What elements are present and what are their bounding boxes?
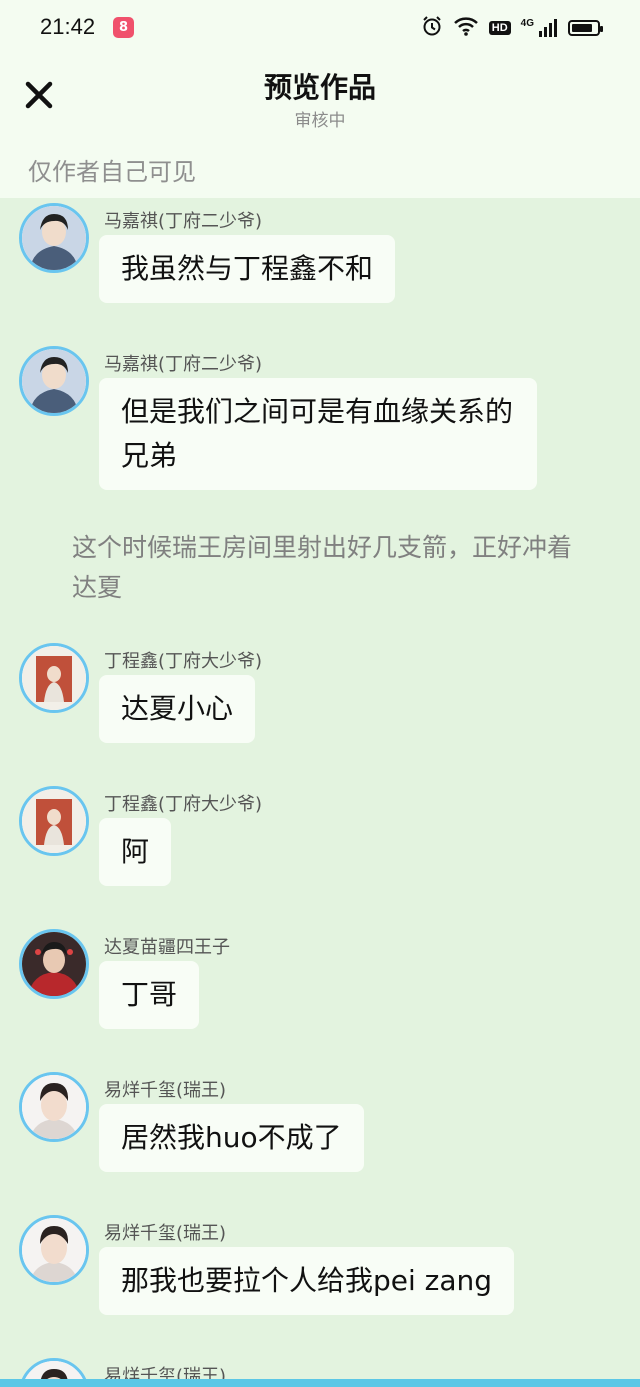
battery-level-fill xyxy=(572,24,592,32)
speaker-name: 马嘉祺(丁府二少爷) xyxy=(104,354,263,375)
avatar-majiaqi[interactable] xyxy=(19,203,89,273)
avatar-yiyangqianxi[interactable] xyxy=(19,1215,89,1285)
network-label: 4G xyxy=(520,18,534,29)
review-status: 审核中 xyxy=(294,111,346,131)
page-title: 预览作品 xyxy=(263,71,376,104)
hd-icon: HD xyxy=(488,21,511,35)
speaker-name: 丁程鑫(丁府大少爷) xyxy=(104,794,263,815)
speaker-name: 达夏苗疆四王子 xyxy=(104,937,230,958)
avatar-yiyangqianxi[interactable] xyxy=(19,1358,89,1379)
avatar-dingchengxin[interactable] xyxy=(19,786,89,856)
narration-text: 这个时候瑞王房间里射出好几支箭，正好冲着达夏 xyxy=(72,533,573,602)
chat-bubble[interactable]: 我虽然与丁程鑫不和 xyxy=(99,235,396,303)
speaker-name: 易烊千玺(瑞王) xyxy=(104,1223,227,1244)
signal-4g-icon: 4G xyxy=(521,18,558,38)
chat-bubble[interactable]: 但是我们之间可是有血缘关系的兄弟 xyxy=(99,378,537,490)
speaker-name: 马嘉祺(丁府二少爷) xyxy=(104,211,263,232)
speaker-name: 丁程鑫(丁府大少爷) xyxy=(104,651,263,672)
battery-icon xyxy=(568,20,603,36)
chat-bubble[interactable]: 居然我huo不成了 xyxy=(99,1104,364,1172)
wifi-icon xyxy=(453,15,479,41)
chat-bubble[interactable]: 阿 xyxy=(99,818,172,886)
alarm-icon xyxy=(421,15,443,41)
visibility-note: 仅作者自己可见 xyxy=(28,158,196,186)
chat-bubble[interactable]: 达夏小心 xyxy=(99,675,256,743)
chat-bubble[interactable]: 那我也要拉个人给我pei zang xyxy=(99,1247,515,1315)
top-header: 21:42 8 HD 4G 预览作品 审核中 仅作者自己可见 xyxy=(0,0,640,198)
avatar-yiyangqianxi[interactable] xyxy=(19,1072,89,1142)
status-time: 21:42 xyxy=(40,14,96,39)
avatar-majiaqi[interactable] xyxy=(19,346,89,416)
chat-feed[interactable]: 马嘉祺(丁府二少爷) 我虽然与丁程鑫不和 马嘉祺(丁府二少爷) 但是我们之间可是… xyxy=(0,198,640,1379)
avatar-daxia[interactable] xyxy=(19,929,89,999)
status-icons: HD 4G xyxy=(421,15,603,41)
speaker-name: 易烊千玺(瑞王) xyxy=(104,1080,227,1101)
bottom-accent-bar xyxy=(0,1379,640,1387)
app-notification-icon: 8 xyxy=(113,17,134,38)
avatar-dingchengxin[interactable] xyxy=(19,643,89,713)
speaker-name: 易烊千玺(瑞王) xyxy=(104,1366,227,1379)
chat-bubble[interactable]: 丁哥 xyxy=(99,961,200,1029)
status-bar: 21:42 8 HD 4G xyxy=(0,0,640,56)
